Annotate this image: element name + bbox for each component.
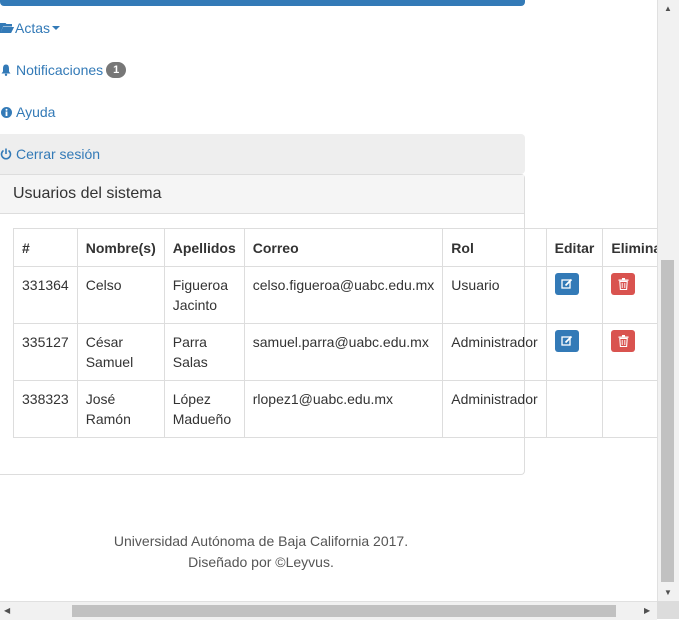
users-table: # Nombre(s) Apellidos Correo Rol Editar … <box>13 228 657 438</box>
edit-button[interactable] <box>554 273 579 295</box>
edit-icon <box>561 335 572 346</box>
footer-line-1: Universidad Autónoma de Baja California … <box>113 533 409 549</box>
nav-item-cerrar-sesion[interactable]: Cerrar sesión <box>0 134 525 174</box>
cell-id: 338323 <box>13 380 78 438</box>
cell-correo: celso.figueroa@uabc.edu.mx <box>243 266 444 324</box>
power-off-icon <box>0 147 12 161</box>
column-header-editar: Editar <box>545 228 604 267</box>
trash-icon <box>618 335 629 347</box>
nav-label-cerrar-sesion: Cerrar sesión <box>16 146 101 162</box>
footer-line-2: Diseñado por ©Leyvus. <box>188 554 334 570</box>
nav-label-notificaciones: Notificaciones <box>16 62 104 78</box>
delete-button[interactable] <box>611 273 636 295</box>
scrollbar-corner <box>657 601 679 619</box>
column-header-id: # <box>13 228 78 267</box>
nav-label-actas: Actas <box>15 20 51 36</box>
cell-apellido-text: Figueroa <box>172 277 228 293</box>
nav-item-actas[interactable]: Actas <box>0 8 525 48</box>
cell-rol: Administrador <box>442 323 547 381</box>
panel-title: Usuarios del sistema <box>0 175 524 214</box>
cell-nombre: Celso <box>76 266 165 324</box>
nav-label-ayuda: Ayuda <box>16 104 56 120</box>
folder-open-icon <box>0 21 14 35</box>
cell-rol: Administrador <box>442 380 547 438</box>
notification-count-badge: 1 <box>106 62 127 78</box>
cell-correo: rlopez1@uabc.edu.mx <box>243 380 444 438</box>
cell-rol: Usuario <box>442 266 547 324</box>
top-bar <box>0 0 525 6</box>
page-viewport: Actas Notificaciones 1 Ayuda Cerrar sesi… <box>0 0 657 601</box>
column-header-eliminar: Eliminar <box>602 228 657 267</box>
cell-nombre-text: José <box>85 391 116 407</box>
column-header-correo: Correo <box>243 228 444 267</box>
cell-nombre: César Samuel <box>76 323 165 381</box>
edit-button[interactable] <box>554 330 579 352</box>
cell-nombre-text-2: Ramón <box>85 411 131 427</box>
info-circle-icon <box>0 105 12 119</box>
chevron-down-icon <box>52 26 61 30</box>
scroll-left-arrow-icon[interactable]: ◀ <box>4 606 10 615</box>
scroll-up-arrow-icon[interactable]: ▲ <box>664 4 672 13</box>
cell-nombre-text-2: Samuel <box>85 354 134 370</box>
cell-id: 331364 <box>13 266 78 324</box>
cell-apellido-text-2: Madueño <box>172 411 232 427</box>
cell-eliminar <box>602 266 657 324</box>
scroll-down-arrow-icon[interactable]: ▼ <box>664 588 672 597</box>
cell-apellido-text: López <box>172 391 211 407</box>
trash-icon <box>618 278 629 290</box>
column-header-apellidos: Apellidos <box>163 228 245 267</box>
nav-item-ayuda[interactable]: Ayuda <box>0 92 525 132</box>
cell-apellidos: Parra Salas <box>163 323 245 381</box>
cell-nombre-text: Celso <box>85 277 122 293</box>
page-footer: Universidad Autónoma de Baja California … <box>0 531 522 573</box>
delete-button[interactable] <box>611 330 636 352</box>
horizontal-scrollbar[interactable]: ◀ ▶ <box>0 601 657 620</box>
table-row: 338323 José Ramón López Madueño rlopez1@ua… <box>13 380 657 438</box>
edit-icon <box>561 278 572 289</box>
cell-apellido-text: Parra <box>172 334 207 350</box>
cell-nombre: José Ramón <box>76 380 165 438</box>
column-header-nombres: Nombre(s) <box>76 228 165 267</box>
table-header-row: # Nombre(s) Apellidos Correo Rol Editar … <box>13 228 657 267</box>
cell-nombre-text: César <box>85 334 124 350</box>
cell-apellido-text-2: Salas <box>172 354 208 370</box>
cell-apellidos: López Madueño <box>163 380 245 438</box>
scroll-right-arrow-icon[interactable]: ▶ <box>644 606 650 615</box>
vertical-scrollbar[interactable]: ▲ ▼ <box>657 0 679 601</box>
cell-id: 335127 <box>13 323 78 381</box>
nav-item-notificaciones[interactable]: Notificaciones 1 <box>0 50 525 90</box>
horizontal-scrollbar-thumb[interactable] <box>72 605 616 617</box>
cell-correo: samuel.parra@uabc.edu.mx <box>243 323 444 381</box>
column-header-rol: Rol <box>442 228 547 267</box>
table-row: 335127 César Samuel Parra Salas samuel.par… <box>13 323 657 381</box>
cell-apellido-text-2: Jacinto <box>172 297 218 313</box>
cell-editar <box>545 380 604 438</box>
cell-eliminar <box>602 323 657 381</box>
cell-editar <box>545 323 604 381</box>
cell-editar <box>545 266 604 324</box>
cell-eliminar <box>602 380 657 438</box>
vertical-scrollbar-thumb[interactable] <box>661 260 674 582</box>
cell-apellidos: Figueroa Jacinto <box>163 266 245 324</box>
table-row: 331364 Celso Figueroa Jacinto celso.figue… <box>13 266 657 324</box>
bell-icon <box>0 63 12 77</box>
